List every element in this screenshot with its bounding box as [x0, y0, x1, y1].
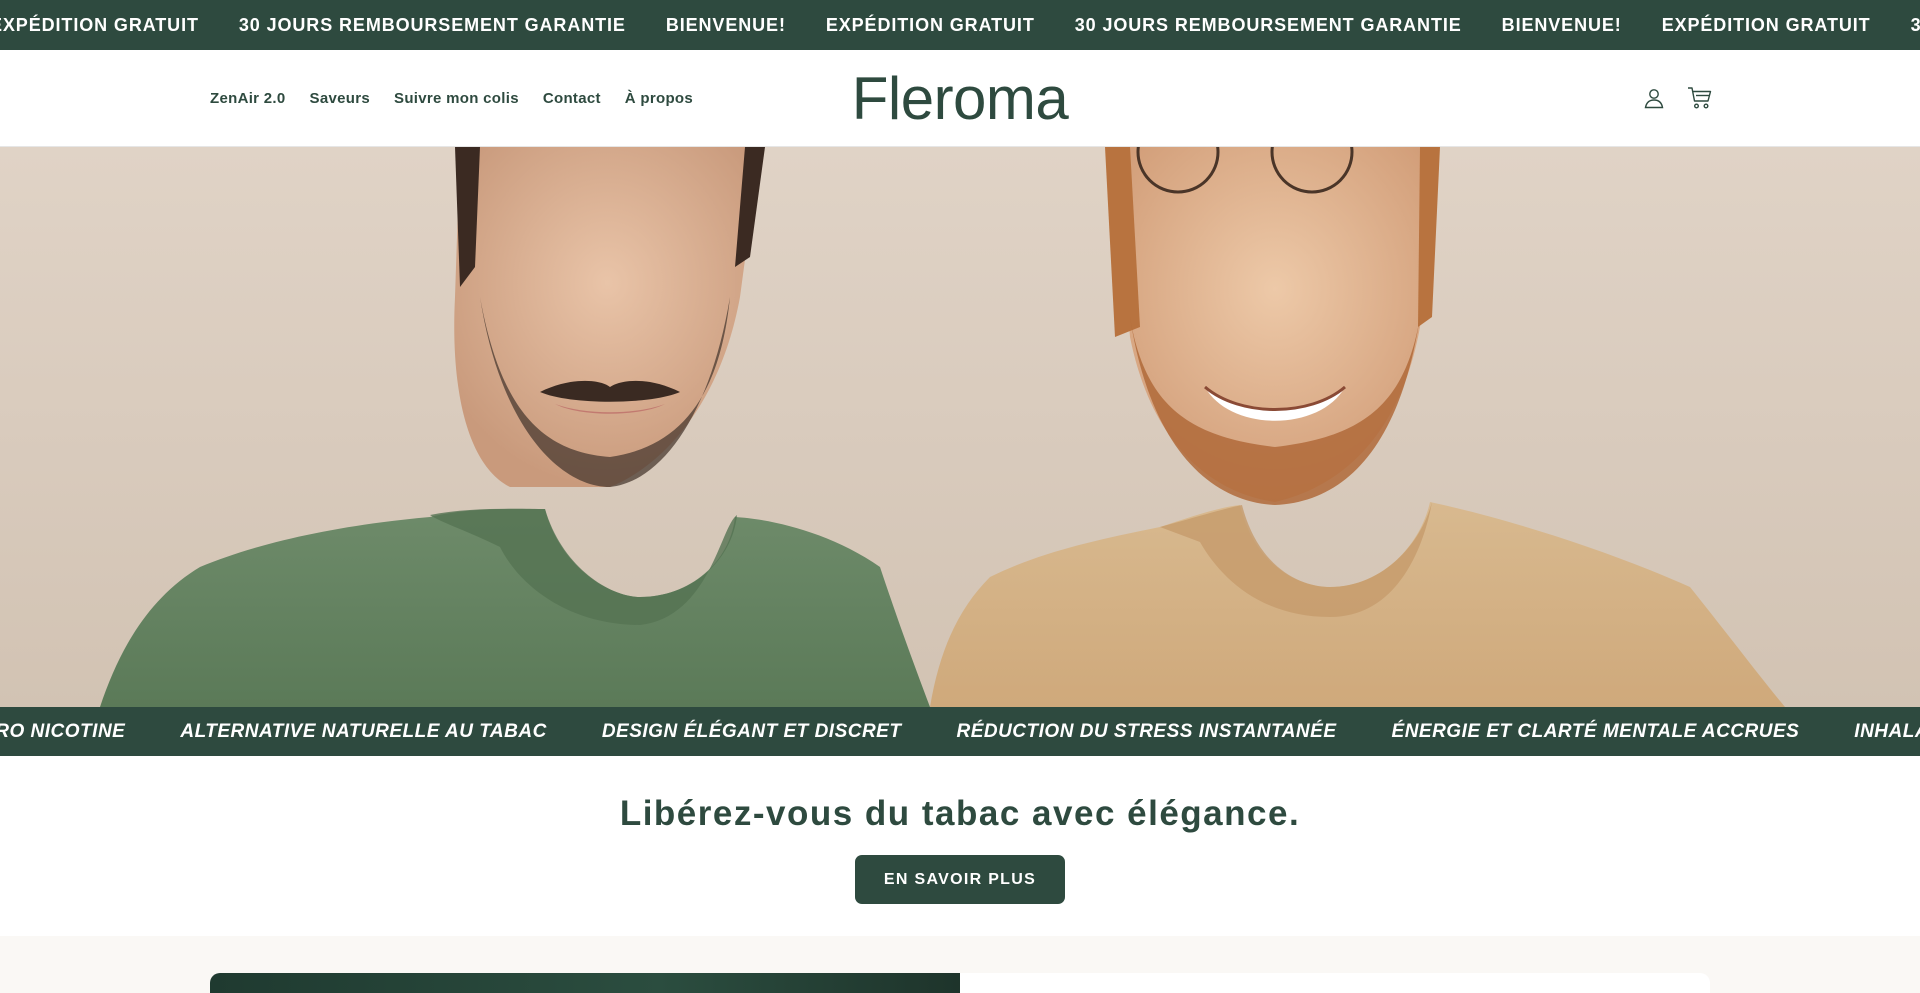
product-section [0, 936, 1920, 993]
nav-link-saveurs[interactable]: Saveurs [310, 90, 370, 107]
feature-item: ÉNERGIE ET CLARTÉ MENTALE ACCRUES [1391, 720, 1800, 742]
main-nav: ZenAir 2.0 Saveurs Suivre mon colis Cont… [210, 50, 693, 147]
announcement-item: EXPÉDITION GRATUIT [825, 14, 1035, 35]
announcement-item: 30 JOURS REMBOURSEMENT GARANTIE [1074, 14, 1462, 35]
announcement-track: EXPÉDITION GRATUIT 30 JOURS REMBOURSEMEN… [0, 0, 1920, 50]
announcement-item: BIENVENUE! [665, 14, 786, 35]
announcement-item: 30 JOURS REMBOURSEMENT GARANTIE [238, 14, 626, 35]
announcement-item: BIENVENUE! [1501, 14, 1622, 35]
product-image-card [210, 973, 960, 993]
announcement-item: EXPÉDITION GRATUIT [1661, 14, 1871, 35]
cart-icon[interactable] [1686, 84, 1714, 112]
nav-link-zenair[interactable]: ZenAir 2.0 [210, 90, 286, 107]
tagline-heading: Libérez-vous du tabac avec élégance. [619, 794, 1301, 833]
site-header: ZenAir 2.0 Saveurs Suivre mon colis Cont… [0, 50, 1920, 147]
feature-item: ALTERNATIVE NATURELLE AU TABAC [180, 720, 547, 742]
product-info-card [960, 973, 1710, 993]
announcement-item: 30 JOURS REMBOURSEMENT GARANTIE [1910, 14, 1920, 35]
nav-link-suivre-colis[interactable]: Suivre mon colis [394, 90, 519, 107]
account-icon[interactable] [1640, 84, 1668, 112]
announcement-item: EXPÉDITION GRATUIT [0, 14, 199, 35]
feature-item: ZÉRO NICOTINE [0, 720, 126, 742]
announcement-bar: EXPÉDITION GRATUIT 30 JOURS REMBOURSEMEN… [0, 0, 1920, 50]
tagline-section: Libérez-vous du tabac avec élégance. EN … [0, 756, 1920, 936]
site-logo[interactable]: Fleroma [852, 65, 1069, 132]
learn-more-button[interactable]: EN SAVOIR PLUS [855, 855, 1065, 904]
features-track: ZÉRO NICOTINE ALTERNATIVE NATURELLE AU T… [0, 707, 1920, 756]
nav-link-a-propos[interactable]: À propos [625, 90, 693, 107]
feature-item: RÉDUCTION DU STRESS INSTANTANÉE [956, 720, 1337, 742]
feature-item: INHALATION APAISANTE [1854, 720, 1920, 742]
feature-item: DESIGN ÉLÉGANT ET DISCRET [601, 720, 902, 742]
nav-link-contact[interactable]: Contact [543, 90, 601, 107]
hero-image [0, 147, 1920, 707]
hero-photo-illustration [100, 147, 1785, 707]
features-marquee: ZÉRO NICOTINE ALTERNATIVE NATURELLE AU T… [0, 707, 1920, 756]
header-icons [1640, 84, 1714, 112]
